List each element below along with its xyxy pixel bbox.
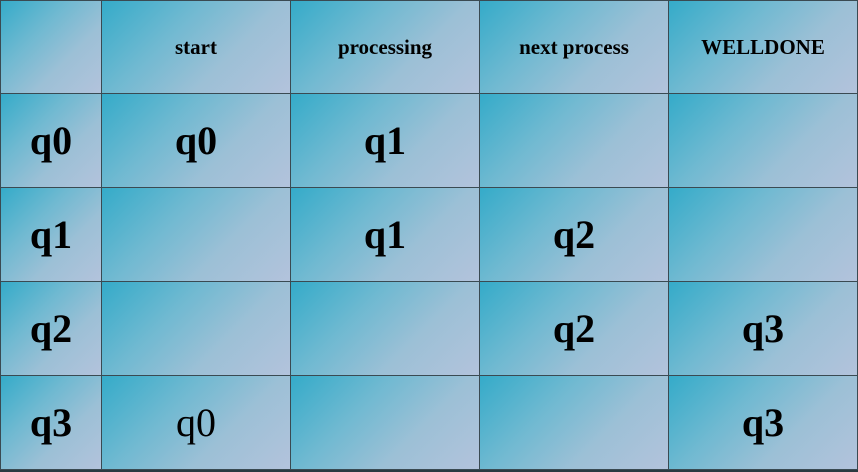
cell-q2-processing <box>291 282 480 376</box>
state-transition-table: start processing next process WELLDONE q… <box>0 0 858 472</box>
row-head-q2: q2 <box>0 282 102 376</box>
row-head-q0: q0 <box>0 94 102 188</box>
cell-q3-next-process <box>480 376 669 470</box>
header-welldone: WELLDONE <box>669 0 858 94</box>
cell-q1-next-process: q2 <box>480 188 669 282</box>
row-head-q1: q1 <box>0 188 102 282</box>
cell-q1-welldone <box>669 188 858 282</box>
cell-q3-processing <box>291 376 480 470</box>
header-next-process: next process <box>480 0 669 94</box>
cell-q3-welldone: q3 <box>669 376 858 470</box>
cell-q0-start: q0 <box>102 94 291 188</box>
header-processing: processing <box>291 0 480 94</box>
header-start: start <box>102 0 291 94</box>
cell-q2-next-process: q2 <box>480 282 669 376</box>
cell-q2-start <box>102 282 291 376</box>
cell-q0-welldone <box>669 94 858 188</box>
cell-q2-welldone: q3 <box>669 282 858 376</box>
cell-q3-start: q0 <box>102 376 291 470</box>
header-corner-cell <box>0 0 102 94</box>
cell-q1-processing: q1 <box>291 188 480 282</box>
cell-q0-processing: q1 <box>291 94 480 188</box>
cell-q0-next-process <box>480 94 669 188</box>
row-head-q3: q3 <box>0 376 102 470</box>
cell-q1-start <box>102 188 291 282</box>
